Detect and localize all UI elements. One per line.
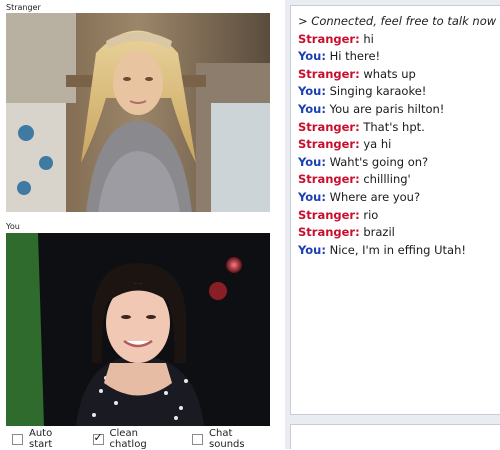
you-video-label: You [6,222,20,231]
message-text: That's hpt. [363,119,425,134]
auto-start-option[interactable]: Auto start [12,428,79,450]
message-text: chillling' [363,172,411,187]
chat-line: Stranger: chillling' [298,171,500,189]
you-name: You: [298,154,326,169]
chat-options-bar: Auto start ✓ Clean chatlog Chat sounds [12,428,285,450]
auto-start-label: Auto start [28,428,53,450]
chat-line: Stranger: rio [298,207,500,225]
you-name: You: [298,242,326,257]
chat-line: Stranger: hi [298,31,500,49]
chat-line: You: Nice, I'm in effing Utah! [298,242,500,260]
stranger-video-label: Stranger [6,3,41,12]
message-text: whats up [363,66,416,81]
stranger-name: Stranger: [298,31,360,46]
you-video-feed [6,233,270,426]
message-text: brazil [363,225,395,240]
chat-log[interactable]: > Connected, feel free to talk now Stran… [290,5,500,415]
stranger-name: Stranger: [298,207,360,222]
chat-lines: > Connected, feel free to talk now Stran… [291,6,500,259]
message-text: Singing karaoke! [329,84,427,99]
message-text: Waht's going on? [329,154,429,169]
chat-line: You: Singing karaoke! [298,83,500,101]
clean-chatlog-label: Clean chatlog [109,428,147,450]
you-name: You: [298,189,326,204]
message-text: Hi there! [329,49,381,64]
you-name: You: [298,84,326,99]
chat-line: You: Waht's going on? [298,154,500,172]
stranger-name: Stranger: [298,225,360,240]
you-name: You: [298,49,326,64]
message-text: Nice, I'm in effing Utah! [329,242,466,257]
video-column: Stranger You Auto start ✓ Clean chatlog … [0,0,285,450]
chat-line: Stranger: That's hpt. [298,119,500,137]
chat-sounds-checkbox[interactable] [192,433,204,445]
message-text: You are paris hilton! [329,101,445,116]
checkmark-icon: ✓ [93,430,103,444]
system-message: > Connected, feel free to talk now [298,14,497,28]
chat-line: Stranger: brazil [298,224,500,242]
message-text: ya hi [363,137,392,152]
message-text: rio [363,207,379,222]
clean-chatlog-checkbox[interactable]: ✓ [92,430,104,445]
chat-line: You: You are paris hilton! [298,101,500,119]
chat-line: You: Where are you? [298,189,500,207]
message-input[interactable] [290,424,500,449]
stranger-name: Stranger: [298,119,360,134]
you-name: You: [298,101,326,116]
message-text: hi [363,31,374,46]
chat-panel: > Connected, feel free to talk now Stran… [285,0,500,449]
chat-sounds-label: Chat sounds [209,428,245,450]
stranger-video-feed [6,13,270,212]
chat-line: Stranger: whats up [298,66,500,84]
auto-start-checkbox[interactable] [12,433,23,445]
stranger-name: Stranger: [298,137,360,152]
clean-chatlog-option[interactable]: ✓ Clean chatlog [92,428,179,450]
chat-line: Stranger: ya hi [298,136,500,154]
chat-line: You: Hi there! [298,48,500,66]
message-text: Where are you? [329,189,421,204]
stranger-name: Stranger: [298,172,360,187]
chat-sounds-option[interactable]: Chat sounds [192,428,271,450]
stranger-name: Stranger: [298,66,360,81]
